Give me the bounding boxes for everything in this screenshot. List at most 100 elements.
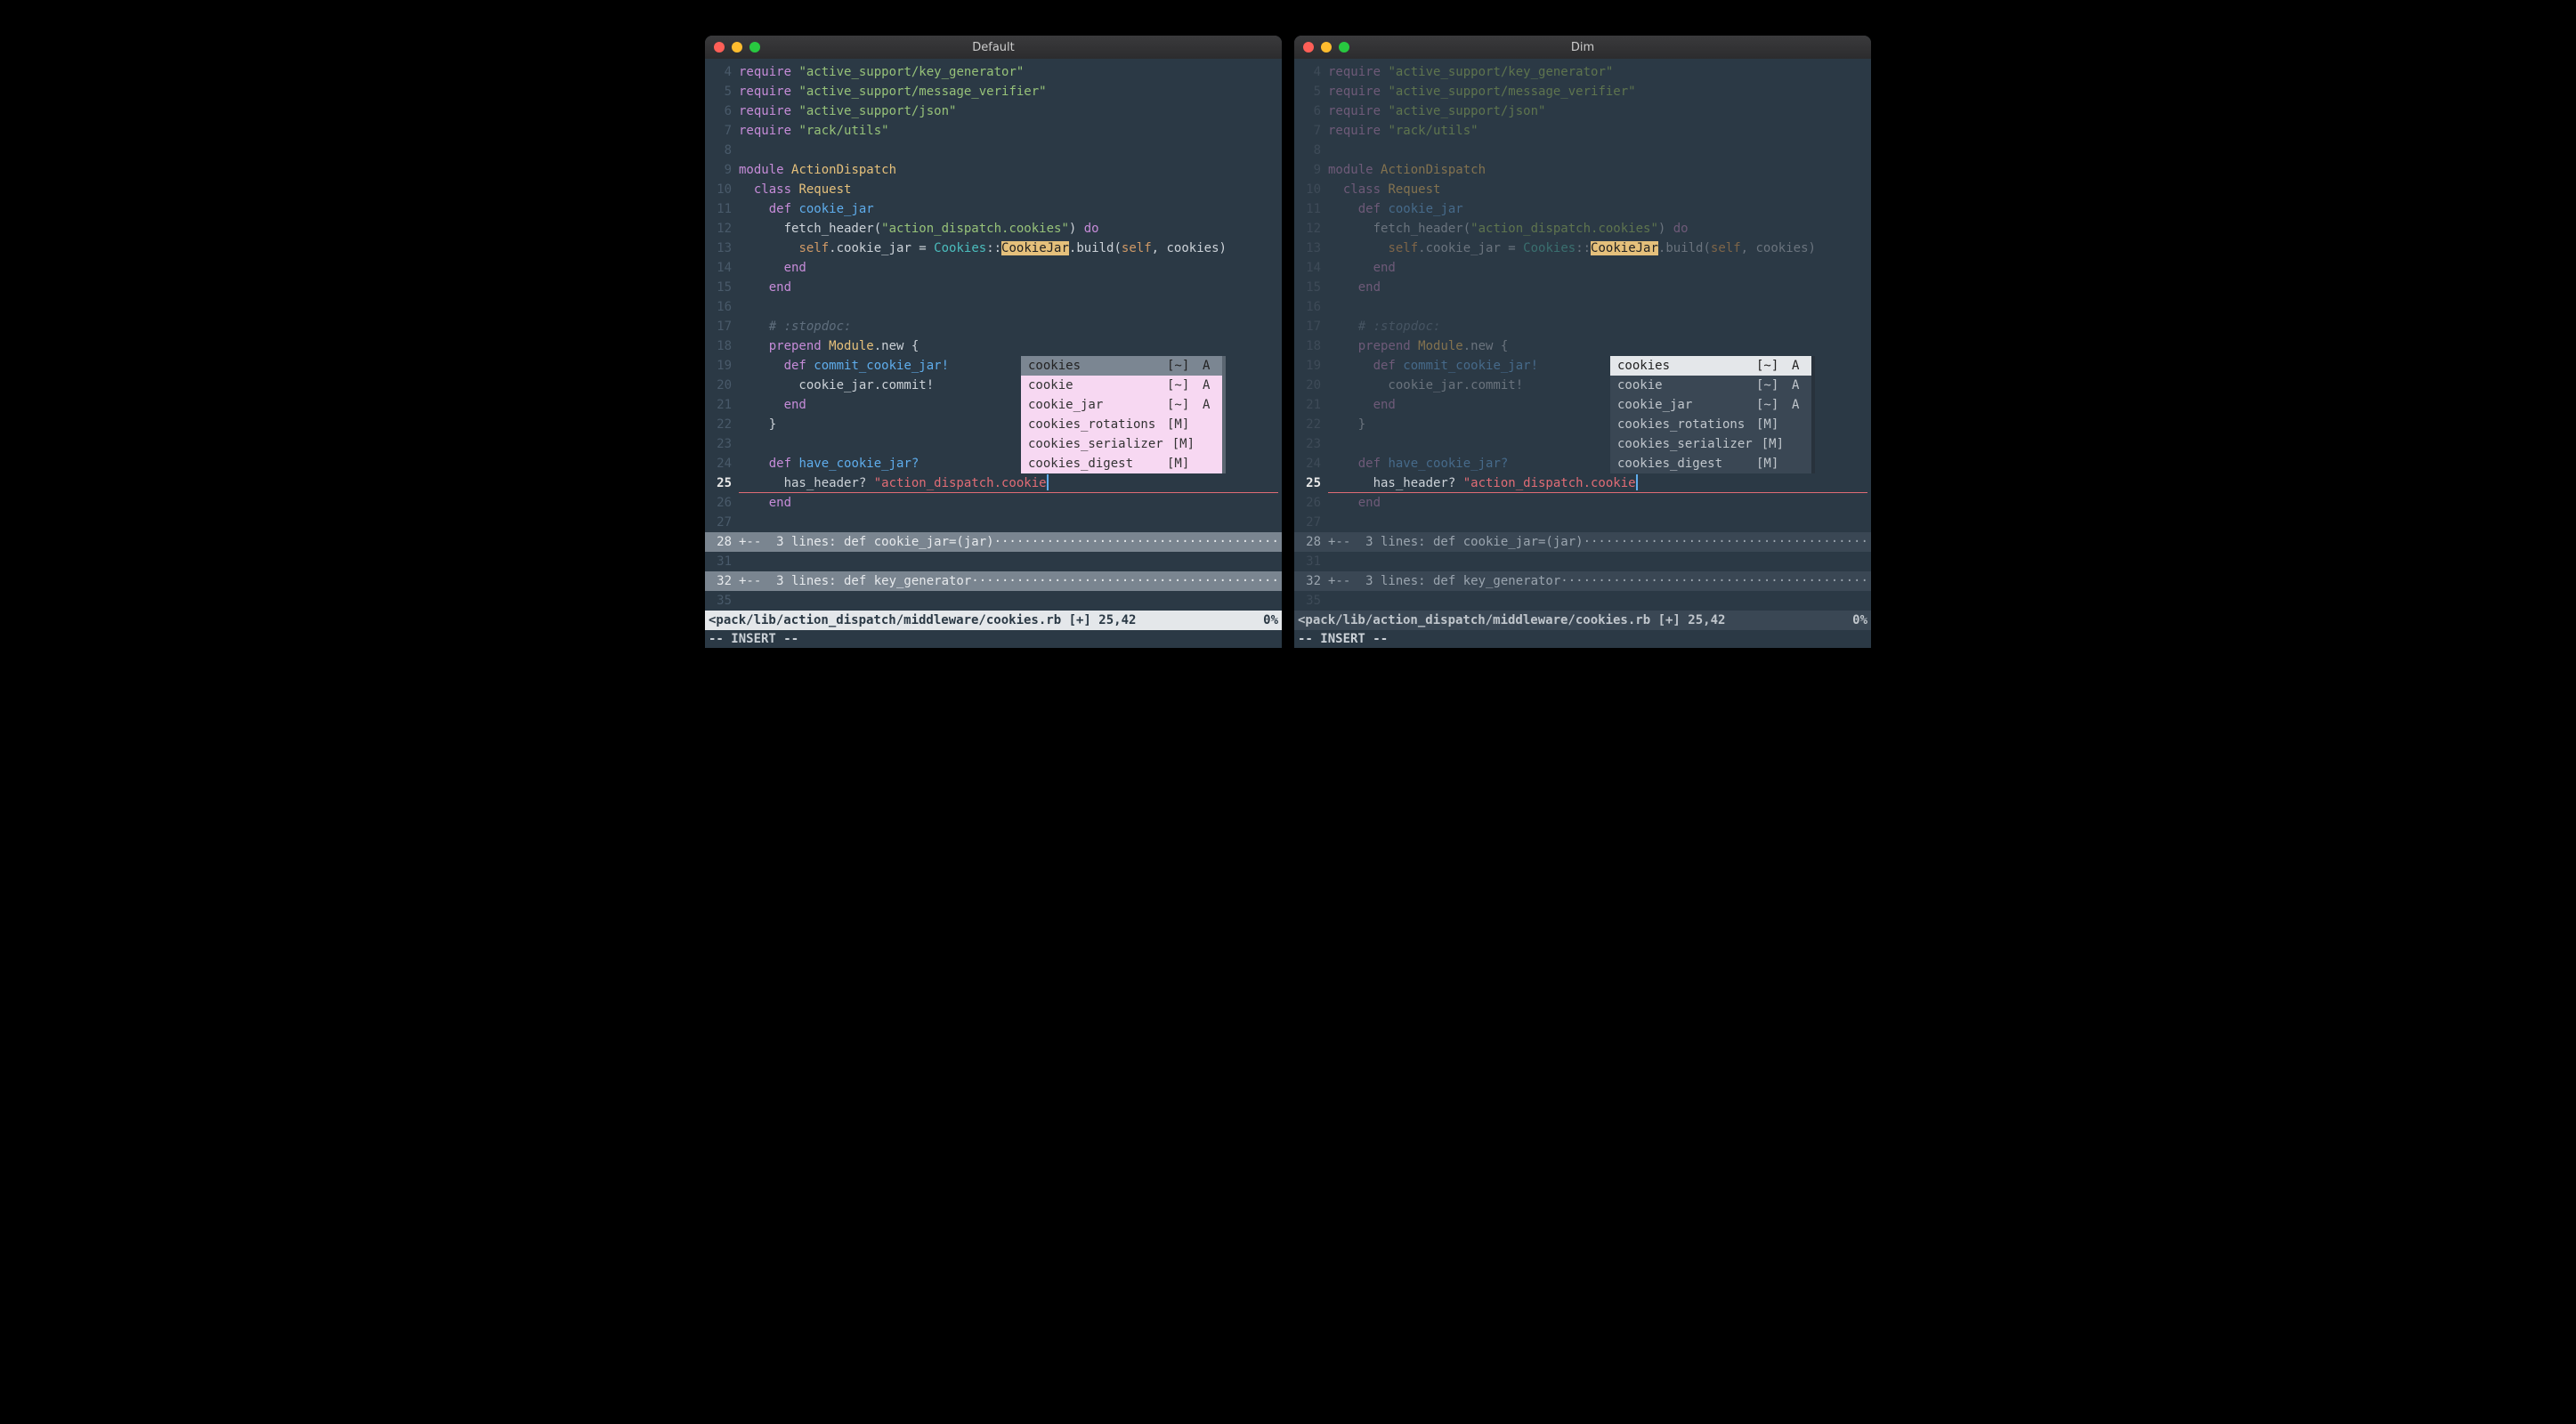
completion-item[interactable]: cookies_rotations[M] — [1610, 415, 1811, 434]
code-line[interactable]: 4require "active_support/key_generator" — [1294, 62, 1871, 82]
line-number: 35 — [705, 591, 739, 611]
titlebar[interactable]: Dim — [1294, 36, 1871, 59]
code-line[interactable]: 13 self.cookie_jar = Cookies::CookieJar.… — [1294, 239, 1871, 258]
code-line[interactable]: 9module ActionDispatch — [1294, 160, 1871, 180]
code-line[interactable]: 35 — [1294, 591, 1871, 611]
code-line[interactable]: 15 end — [1294, 278, 1871, 297]
code-content[interactable]: def cookie_jar — [1328, 199, 1871, 219]
code-content[interactable]: require "active_support/key_generator" — [1328, 62, 1871, 82]
completion-item[interactable]: cookies_serializer[M] — [1610, 434, 1811, 454]
completion-popup[interactable]: cookies[~]Acookie[~]Acookie_jar[~]Acooki… — [1610, 356, 1815, 473]
code-line[interactable]: 5require "active_support/message_verifie… — [705, 82, 1282, 101]
code-line[interactable]: 12 fetch_header("action_dispatch.cookies… — [1294, 219, 1871, 239]
code-line[interactable]: 27 — [1294, 513, 1871, 532]
editor-default[interactable]: 4require "active_support/key_generator"5… — [705, 59, 1282, 648]
completion-item[interactable]: cookie[~]A — [1610, 376, 1811, 395]
completion-item[interactable]: cookie_jar[~]A — [1021, 395, 1222, 415]
code-line[interactable]: 25 has_header? "action_dispatch.cookie — [705, 473, 1282, 493]
code-content[interactable]: end — [1328, 493, 1871, 513]
code-content[interactable]: require "active_support/message_verifier… — [1328, 82, 1871, 101]
completion-source — [1203, 454, 1215, 473]
code-line[interactable]: 13 self.cookie_jar = Cookies::CookieJar.… — [705, 239, 1282, 258]
code-line[interactable]: 26 end — [1294, 493, 1871, 513]
code-line[interactable]: 6require "active_support/json" — [1294, 101, 1871, 121]
code-content[interactable]: require "active_support/json" — [1328, 101, 1871, 121]
code-line[interactable]: 12 fetch_header("action_dispatch.cookies… — [705, 219, 1282, 239]
code-line[interactable]: 4require "active_support/key_generator" — [705, 62, 1282, 82]
completion-item[interactable]: cookie[~]A — [1021, 376, 1222, 395]
code-line[interactable]: 5require "active_support/message_verifie… — [1294, 82, 1871, 101]
code-content[interactable]: end — [1328, 278, 1871, 297]
code-content[interactable]: def cookie_jar — [739, 199, 1282, 219]
code-line[interactable]: 27 — [705, 513, 1282, 532]
fold-line[interactable]: 28+-- 3 lines: def cookie_jar=(jar)·····… — [705, 532, 1282, 552]
code-line[interactable]: 9module ActionDispatch — [705, 160, 1282, 180]
code-content[interactable]: end — [739, 493, 1282, 513]
code-content[interactable]: end — [739, 278, 1282, 297]
code-content[interactable]: class Request — [739, 180, 1282, 199]
fold-summary: +-- 3 lines: def cookie_jar=(jar)·······… — [739, 532, 1282, 552]
code-line[interactable]: 18 prepend Module.new { — [705, 336, 1282, 356]
line-number: 7 — [705, 121, 739, 141]
code-content[interactable]: self.cookie_jar = Cookies::CookieJar.bui… — [739, 239, 1282, 258]
code-line[interactable]: 6require "active_support/json" — [705, 101, 1282, 121]
line-number: 23 — [705, 434, 739, 454]
code-line[interactable]: 10 class Request — [705, 180, 1282, 199]
code-content[interactable]: end — [739, 258, 1282, 278]
code-content[interactable]: prepend Module.new { — [739, 336, 1282, 356]
completion-item[interactable]: cookies[~]A — [1021, 356, 1222, 376]
fold-line[interactable]: 28+-- 3 lines: def cookie_jar=(jar)·····… — [1294, 532, 1871, 552]
titlebar[interactable]: Default — [705, 36, 1282, 59]
code-line[interactable]: 17 # :stopdoc: — [705, 317, 1282, 336]
code-content[interactable]: module ActionDispatch — [1328, 160, 1871, 180]
code-line[interactable]: 18 prepend Module.new { — [1294, 336, 1871, 356]
code-line[interactable]: 14 end — [1294, 258, 1871, 278]
line-number: 7 — [1294, 121, 1328, 141]
code-content[interactable]: has_header? "action_dispatch.cookie — [739, 473, 1282, 493]
code-content[interactable]: require "active_support/key_generator" — [739, 62, 1282, 82]
code-line[interactable]: 8 — [705, 141, 1282, 160]
code-line[interactable]: 17 # :stopdoc: — [1294, 317, 1871, 336]
code-content[interactable]: require "rack/utils" — [739, 121, 1282, 141]
line-number: 23 — [1294, 434, 1328, 454]
code-content[interactable]: require "active_support/json" — [739, 101, 1282, 121]
code-line[interactable]: 10 class Request — [1294, 180, 1871, 199]
code-line[interactable]: 31 — [705, 552, 1282, 571]
code-line[interactable]: 35 — [705, 591, 1282, 611]
completion-item[interactable]: cookie_jar[~]A — [1610, 395, 1811, 415]
completion-item[interactable]: cookies_digest[M] — [1021, 454, 1222, 473]
code-content[interactable]: require "rack/utils" — [1328, 121, 1871, 141]
code-content[interactable]: module ActionDispatch — [739, 160, 1282, 180]
code-content[interactable]: end — [1328, 258, 1871, 278]
code-line[interactable]: 31 — [1294, 552, 1871, 571]
code-content[interactable]: require "active_support/message_verifier… — [739, 82, 1282, 101]
fold-line[interactable]: 32+-- 3 lines: def key_generator········… — [1294, 571, 1871, 591]
code-line[interactable]: 15 end — [705, 278, 1282, 297]
code-line[interactable]: 26 end — [705, 493, 1282, 513]
code-line[interactable]: 14 end — [705, 258, 1282, 278]
completion-item[interactable]: cookies[~]A — [1610, 356, 1811, 376]
code-content[interactable]: # :stopdoc: — [739, 317, 1282, 336]
editor-dim[interactable]: 4require "active_support/key_generator"5… — [1294, 59, 1871, 648]
code-content[interactable]: fetch_header("action_dispatch.cookies") … — [739, 219, 1282, 239]
code-line[interactable]: 7require "rack/utils" — [1294, 121, 1871, 141]
code-content[interactable]: self.cookie_jar = Cookies::CookieJar.bui… — [1328, 239, 1871, 258]
completion-item[interactable]: cookies_rotations[M] — [1021, 415, 1222, 434]
code-line[interactable]: 11 def cookie_jar — [705, 199, 1282, 219]
code-line[interactable]: 16 — [1294, 297, 1871, 317]
code-content[interactable]: has_header? "action_dispatch.cookie — [1328, 473, 1871, 493]
code-content[interactable]: fetch_header("action_dispatch.cookies") … — [1328, 219, 1871, 239]
completion-item[interactable]: cookies_serializer[M] — [1021, 434, 1222, 454]
status-percent: 0% — [1263, 611, 1278, 630]
code-content[interactable]: # :stopdoc: — [1328, 317, 1871, 336]
completion-item[interactable]: cookies_digest[M] — [1610, 454, 1811, 473]
code-line[interactable]: 11 def cookie_jar — [1294, 199, 1871, 219]
code-line[interactable]: 25 has_header? "action_dispatch.cookie — [1294, 473, 1871, 493]
completion-popup[interactable]: cookies[~]Acookie[~]Acookie_jar[~]Acooki… — [1021, 356, 1226, 473]
code-line[interactable]: 16 — [705, 297, 1282, 317]
code-line[interactable]: 7require "rack/utils" — [705, 121, 1282, 141]
code-line[interactable]: 8 — [1294, 141, 1871, 160]
fold-line[interactable]: 32+-- 3 lines: def key_generator········… — [705, 571, 1282, 591]
code-content[interactable]: prepend Module.new { — [1328, 336, 1871, 356]
code-content[interactable]: class Request — [1328, 180, 1871, 199]
